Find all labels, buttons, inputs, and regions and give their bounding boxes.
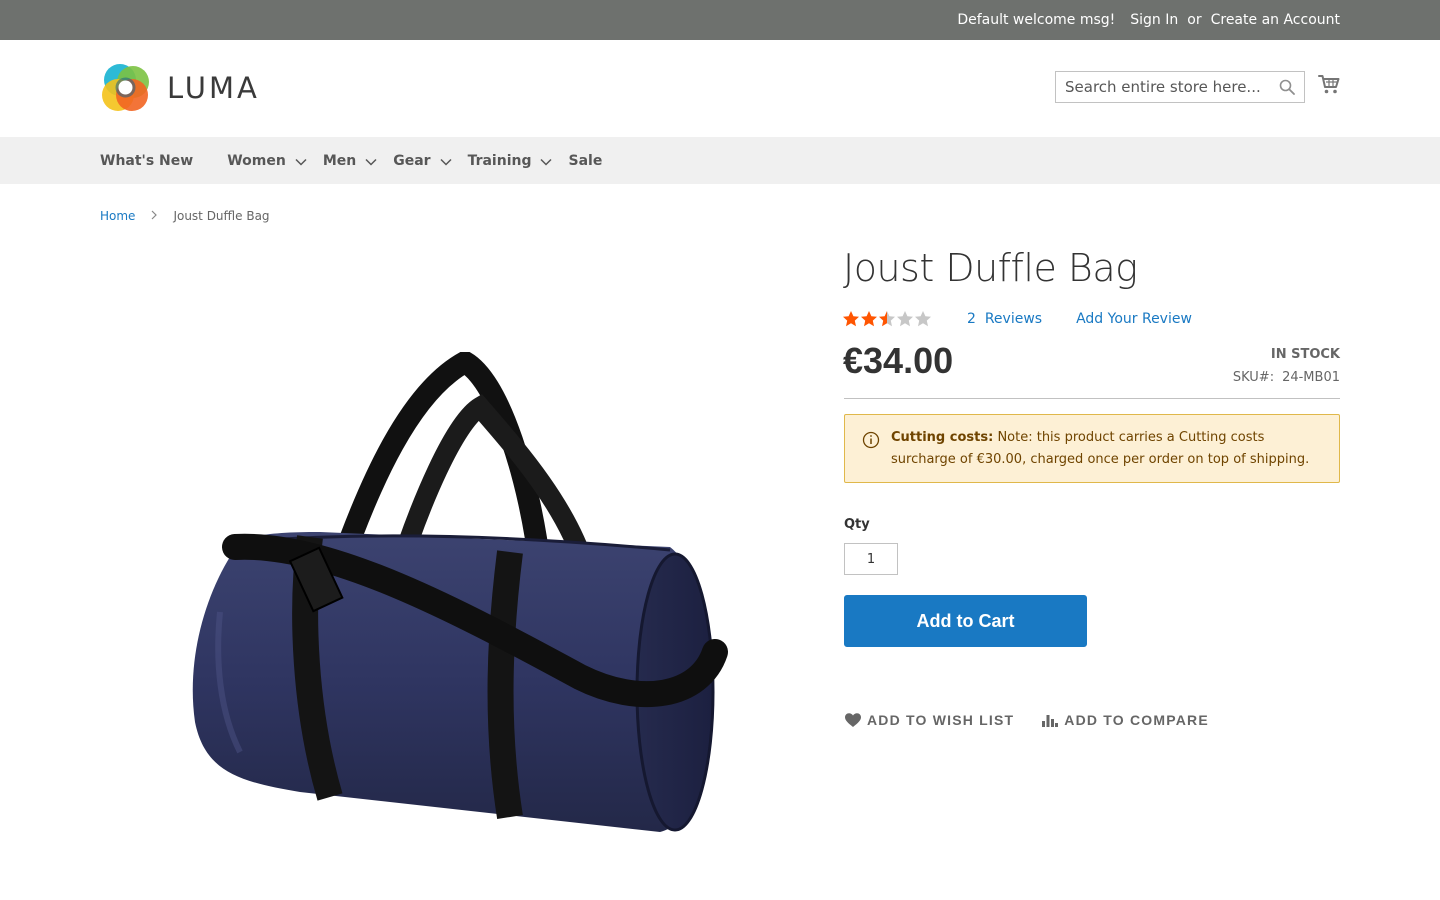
add-to-compare-link[interactable]: Add to Compare bbox=[1042, 712, 1209, 728]
product-actions: Add to Wish List Add to Compare bbox=[845, 712, 1237, 728]
star-rating-icon bbox=[843, 311, 931, 327]
compare-label: Add to Compare bbox=[1064, 712, 1209, 728]
wishlist-label: Add to Wish List bbox=[867, 712, 1015, 728]
compare-icon bbox=[1042, 715, 1059, 727]
chevron-down-icon bbox=[440, 158, 452, 166]
nav-item-label: Gear bbox=[393, 152, 431, 169]
nav-item-women[interactable]: Women bbox=[227, 153, 307, 169]
page-header: LUMA bbox=[0, 40, 1440, 137]
breadcrumb-home-link[interactable]: Home bbox=[100, 209, 135, 223]
breadcrumb-current: Joust Duffle Bag bbox=[173, 209, 270, 223]
logo[interactable]: LUMA bbox=[100, 62, 260, 113]
notice-text: Cutting costs: Note: this product carrie… bbox=[891, 427, 1331, 471]
nav-item-label: Men bbox=[322, 152, 357, 169]
reviews-label: Reviews bbox=[984, 311, 1043, 327]
nav-item-sale[interactable]: Sale bbox=[568, 153, 602, 169]
main-navigation: What's New Women Men Gear Training Sale bbox=[0, 137, 1440, 184]
duffle-bag-image bbox=[192, 351, 728, 832]
search-box bbox=[1055, 71, 1305, 103]
create-account-link[interactable]: Create an Account bbox=[1211, 12, 1340, 28]
breadcrumb-separator-icon bbox=[151, 209, 158, 223]
nav-item-label: What's New bbox=[100, 152, 194, 169]
nav-item-training[interactable]: Training bbox=[468, 153, 553, 169]
luma-logo-icon bbox=[102, 64, 149, 111]
header-links: Default welcome msg! Sign In or Create a… bbox=[957, 0, 1340, 40]
product-title: Joust Duffle Bag bbox=[843, 246, 1138, 290]
chevron-down-icon bbox=[540, 158, 553, 166]
nav-item-gear[interactable]: Gear bbox=[393, 152, 452, 169]
reviews-link[interactable]: 2 Reviews bbox=[967, 311, 1042, 327]
sku-value: 24-MB01 bbox=[1282, 370, 1340, 385]
product-image[interactable] bbox=[180, 351, 730, 842]
product-price: €34.00 bbox=[843, 340, 954, 381]
cart-icon[interactable] bbox=[1318, 74, 1340, 99]
info-icon bbox=[862, 431, 880, 453]
sign-in-link[interactable]: Sign In bbox=[1130, 12, 1178, 28]
nav-item-label: Sale bbox=[568, 152, 603, 169]
search-input[interactable] bbox=[1056, 72, 1271, 102]
surcharge-notice: Cutting costs: Note: this product carrie… bbox=[844, 414, 1340, 483]
stock-status: IN STOCK bbox=[1270, 347, 1340, 362]
nav-item-men[interactable]: Men bbox=[323, 153, 377, 169]
welcome-message: Default welcome msg! bbox=[957, 12, 1116, 28]
add-to-wishlist-link[interactable]: Add to Wish List bbox=[845, 712, 1014, 728]
sku-label: SKU#: bbox=[1232, 370, 1275, 385]
or-text: or bbox=[1187, 12, 1202, 28]
heart-icon bbox=[845, 712, 861, 727]
breadcrumb: Home Joust Duffle Bag bbox=[100, 209, 270, 223]
qty-input[interactable] bbox=[844, 543, 898, 575]
add-to-cart-button[interactable]: Add to Cart bbox=[844, 595, 1087, 647]
chevron-down-icon bbox=[295, 158, 307, 166]
product-sku: SKU#: 24-MB01 bbox=[1233, 370, 1340, 385]
qty-label: Qty bbox=[844, 517, 870, 532]
nav-menu: What's New Women Men Gear Training Sale bbox=[100, 137, 636, 184]
search-icon[interactable] bbox=[1279, 79, 1295, 99]
top-bar: Default welcome msg! Sign In or Create a… bbox=[0, 0, 1440, 40]
nav-item-whats-new[interactable]: What's New bbox=[100, 153, 193, 169]
divider bbox=[844, 398, 1340, 399]
notice-title: Cutting costs: bbox=[891, 430, 994, 445]
nav-item-label: Training bbox=[467, 152, 532, 169]
add-review-link[interactable]: Add Your Review bbox=[1076, 311, 1192, 327]
chevron-down-icon bbox=[365, 158, 377, 166]
logo-text: LUMA bbox=[167, 70, 260, 105]
nav-item-label: Women bbox=[227, 152, 286, 169]
reviews-count: 2 bbox=[967, 311, 976, 327]
rating-summary: 2 Reviews Add Your Review bbox=[843, 310, 1192, 328]
rating-stars bbox=[843, 310, 933, 328]
